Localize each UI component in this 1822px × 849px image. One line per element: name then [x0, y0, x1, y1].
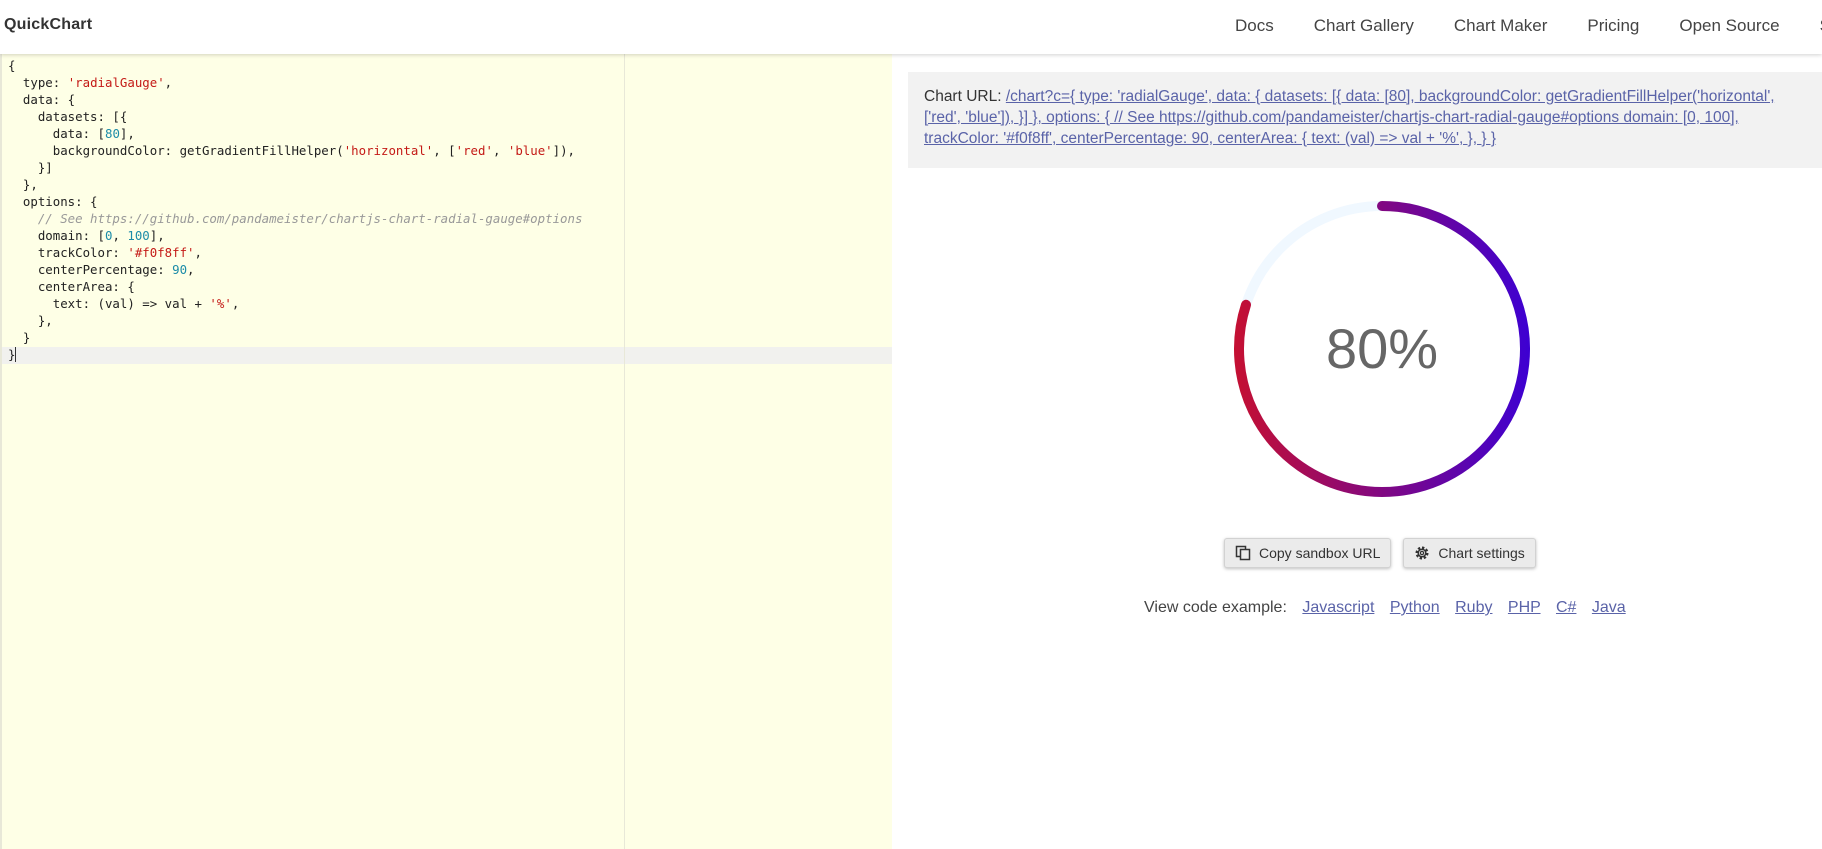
code-line: {: [8, 57, 582, 74]
code-example-links: View code example: Javascript Python Rub…: [1144, 599, 1626, 617]
code-token: centerPercentage:: [8, 262, 173, 277]
site-logo[interactable]: QuickChart: [4, 16, 92, 34]
main-nav: Docs Chart Gallery Chart Maker Pricing O…: [1215, 0, 1822, 54]
code-link-csharp[interactable]: C#: [1556, 599, 1576, 616]
code-line: }: [8, 346, 582, 363]
code-token: },: [8, 313, 53, 328]
code-token: '#f0f8ff': [127, 245, 195, 260]
code-token: data: {: [8, 92, 76, 107]
code-content[interactable]: { type: 'radialGauge', data: { datasets:…: [8, 57, 582, 363]
code-line: data: [80],: [8, 125, 582, 142]
code-line: backgroundColor: getGradientFillHelper('…: [8, 142, 582, 159]
code-token: 'red': [455, 143, 493, 158]
code-line: }]: [8, 159, 582, 176]
code-token: '%': [209, 296, 232, 311]
code-token: trackColor:: [8, 245, 128, 260]
code-link-php[interactable]: PHP: [1508, 599, 1541, 616]
preview-panel: Chart URL: /chart?c={ type: 'radialGauge…: [892, 54, 1822, 849]
code-token: }: [8, 330, 31, 345]
code-line: },: [8, 176, 582, 193]
code-line: datasets: [{: [8, 108, 582, 125]
code-line: data: {: [8, 91, 582, 108]
code-token: ,: [194, 245, 202, 260]
code-link-java[interactable]: Java: [1592, 599, 1626, 616]
code-link-ruby[interactable]: Ruby: [1455, 599, 1492, 616]
code-token: data: [: [8, 126, 105, 141]
gear-icon: [1415, 546, 1429, 560]
code-line: centerArea: {: [8, 278, 582, 295]
code-line: centerPercentage: 90,: [8, 261, 582, 278]
code-token: options: {: [8, 194, 98, 209]
settings-button-label: Chart settings: [1438, 545, 1525, 561]
nav-pricing[interactable]: Pricing: [1567, 0, 1659, 54]
code-line: domain: [0, 100],: [8, 227, 582, 244]
code-example-label: View code example:: [1144, 599, 1287, 616]
code-editor[interactable]: { type: 'radialGauge', data: { datasets:…: [0, 54, 892, 849]
code-token: 80: [104, 126, 120, 141]
code-token: ,: [112, 228, 128, 243]
code-token: },: [8, 177, 38, 192]
code-token: ],: [119, 126, 135, 141]
code-line: trackColor: '#f0f8ff',: [8, 244, 582, 261]
code-line: type: 'radialGauge',: [8, 74, 582, 91]
code-token: type:: [8, 75, 68, 90]
code-link-python[interactable]: Python: [1390, 599, 1440, 616]
chart-settings-button[interactable]: Chart settings: [1403, 538, 1536, 568]
code-line: options: {: [8, 193, 582, 210]
code-token: {: [8, 58, 16, 73]
action-buttons: Copy sandbox URL Chart settings: [1224, 538, 1536, 568]
code-token: text: (val) => val +: [8, 296, 210, 311]
code-token: 'blue': [507, 143, 553, 158]
chart-url-label: Chart URL:: [924, 88, 1002, 105]
code-token: ,: [187, 262, 195, 277]
code-token: centerArea: {: [8, 279, 135, 294]
nav-open-source[interactable]: Open Source: [1659, 0, 1799, 54]
code-link-javascript[interactable]: Javascript: [1302, 599, 1374, 616]
code-token: ]),: [552, 143, 576, 158]
code-line: },: [8, 312, 582, 329]
gauge-center-text: 80%: [1325, 317, 1439, 380]
nav-chart-maker[interactable]: Chart Maker: [1434, 0, 1568, 54]
code-token: ],: [149, 228, 165, 243]
nav-support[interactable]: Support: [1800, 0, 1822, 54]
code-token: ,: [492, 143, 508, 158]
code-token: }: [8, 347, 16, 362]
nav-chart-gallery[interactable]: Chart Gallery: [1294, 0, 1434, 54]
text-cursor: [15, 347, 17, 362]
code-token: domain: [: [8, 228, 105, 243]
code-token: 'radialGauge': [67, 75, 165, 90]
copy-icon: [1235, 545, 1251, 561]
copy-sandbox-url-button[interactable]: Copy sandbox URL: [1224, 538, 1392, 568]
code-token: }]: [8, 160, 53, 175]
code-token: ,: [164, 75, 173, 90]
code-line: text: (val) => val + '%',: [8, 295, 582, 312]
code-token: , [: [433, 143, 456, 158]
print-margin: [624, 54, 625, 849]
top-header: QuickChart Docs Chart Gallery Chart Make…: [0, 0, 1822, 54]
nav-docs[interactable]: Docs: [1215, 0, 1294, 54]
code-token: 'horizontal': [343, 143, 434, 158]
code-token: 90: [172, 262, 188, 277]
code-token: // See https://github.com/pandameister/c…: [8, 211, 583, 226]
code-token: datasets: [{: [8, 109, 128, 124]
code-token: backgroundColor: getGradientFillHelper(: [8, 143, 344, 158]
radial-gauge-chart: 80%: [1227, 194, 1537, 504]
chart-url-link[interactable]: /chart?c={ type: 'radialGauge', data: { …: [924, 88, 1775, 147]
code-line: // See https://github.com/pandameister/c…: [8, 210, 583, 227]
code-line: }: [8, 329, 582, 346]
copy-button-label: Copy sandbox URL: [1259, 545, 1381, 561]
chart-url-box: Chart URL: /chart?c={ type: 'radialGauge…: [908, 72, 1822, 168]
code-token: 100: [127, 228, 150, 243]
code-token: ,: [231, 296, 240, 311]
